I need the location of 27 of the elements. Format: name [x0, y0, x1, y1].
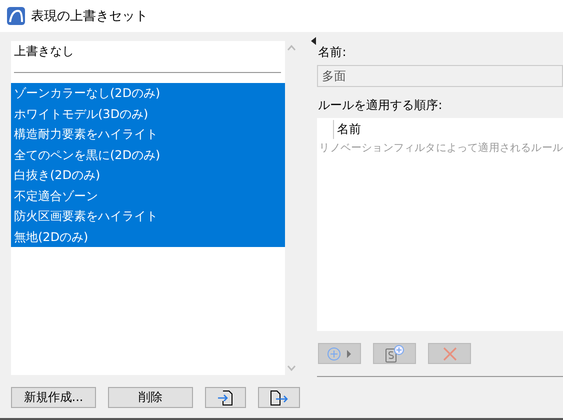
plus-circle-icon [326, 346, 353, 360]
name-field[interactable]: 多面 [317, 65, 563, 87]
delete-button[interactable]: 削除 [108, 387, 193, 408]
rules-order-label: ルールを適用する順序: [318, 97, 444, 114]
list-item[interactable]: 構造耐力要素をハイライト [11, 124, 285, 144]
list-item[interactable]: ゾーンカラーなし(2Dのみ) [11, 83, 285, 104]
app-logo-icon [7, 7, 25, 25]
window-title: 表現の上書きセット [31, 8, 148, 25]
list-item[interactable]: 全てのペンを黒に(2Dのみ) [11, 144, 285, 165]
document-in-icon [216, 390, 235, 406]
name-label: 名前: [318, 44, 348, 61]
export-button[interactable] [258, 387, 300, 408]
list-item[interactable]: 不定適合ゾーン [11, 186, 285, 206]
list-item[interactable]: 防火区画要素をハイライト [11, 206, 285, 226]
empty-hint: リノベーションフィルタによって適用されるルール [318, 141, 563, 156]
new-button[interactable]: 新規作成... [11, 387, 96, 408]
document-out-icon [269, 390, 290, 406]
list-item[interactable]: 無地(2Dのみ) [11, 226, 285, 247]
collapse-arrow-icon[interactable] [311, 37, 316, 45]
list-item[interactable]: 白抜き(2Dのみ) [11, 165, 285, 186]
add-section-button[interactable] [373, 343, 416, 364]
section-plus-icon [384, 344, 406, 362]
column-header[interactable]: 名前 [333, 120, 563, 139]
list-item[interactable]: 上書きなし [11, 41, 285, 63]
import-button[interactable] [204, 387, 246, 408]
cross-icon [442, 346, 457, 360]
list-item[interactable]: ホワイトモデル(3Dのみ) [11, 104, 285, 124]
